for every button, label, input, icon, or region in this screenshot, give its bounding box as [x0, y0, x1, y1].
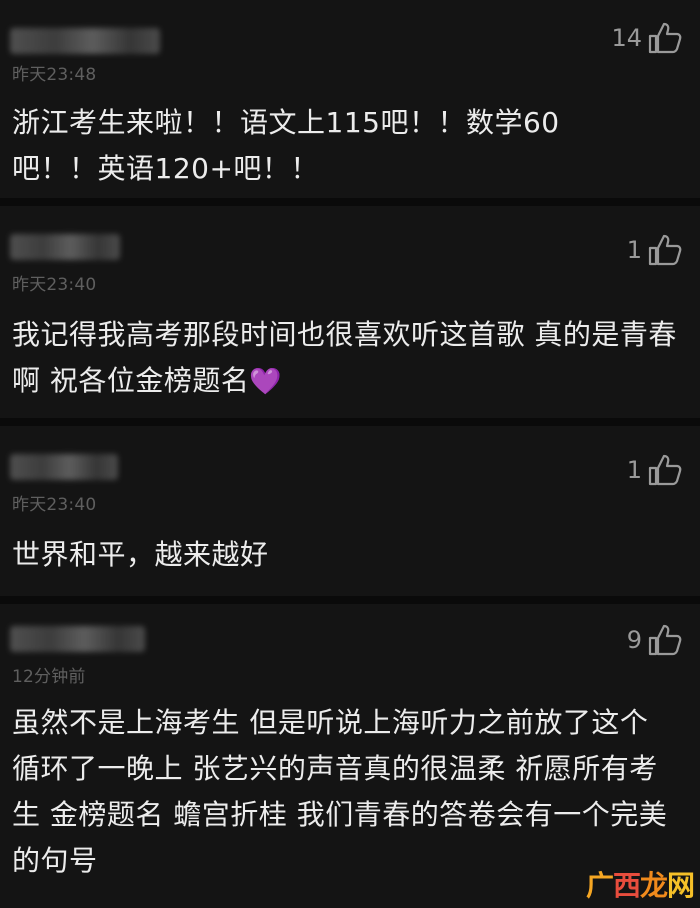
- comment-item: 昨天23:48 14 浙江考生来啦！！语文上115吧！！数学60吧！！英语120…: [0, 0, 700, 198]
- thumbs-up-icon: [648, 624, 682, 656]
- watermark-char: 广: [585, 869, 614, 902]
- username-blurred[interactable]: [10, 626, 145, 652]
- thumbs-up-icon: [648, 454, 682, 486]
- watermark-char: 龙: [639, 869, 668, 902]
- username-blurred[interactable]: [10, 28, 160, 54]
- like-button[interactable]: 14: [611, 22, 682, 54]
- divider: [0, 596, 700, 604]
- like-button[interactable]: 1: [627, 454, 682, 486]
- comment-text-content: 我记得我高考那段时间也很喜欢听这首歌 真的是青春啊 祝各位金榜题名: [12, 318, 677, 397]
- comment-timestamp: 昨天23:40: [12, 495, 97, 515]
- username-blurred[interactable]: [10, 454, 118, 480]
- like-button[interactable]: 1: [627, 234, 682, 266]
- like-count: 9: [626, 626, 642, 654]
- comment-text: 世界和平，越来越好: [12, 538, 269, 571]
- watermark-logo: 广 西 龙 网: [585, 864, 695, 904]
- comment-text: 我记得我高考那段时间也很喜欢听这首歌 真的是青春啊 祝各位金榜题名💜: [12, 312, 686, 405]
- thumbs-up-icon: [648, 22, 682, 54]
- comment-timestamp: 12分钟前: [12, 667, 86, 687]
- divider: [0, 198, 700, 206]
- comment-timestamp: 昨天23:40: [12, 275, 97, 295]
- watermark-char: 西: [612, 869, 641, 902]
- comment-item: 昨天23:40 1 世界和平，越来越好: [0, 426, 700, 596]
- watermark-char: 网: [666, 869, 695, 902]
- comment-item: 昨天23:40 1 我记得我高考那段时间也很喜欢听这首歌 真的是青春啊 祝各位金…: [0, 206, 700, 418]
- thumbs-up-icon: [648, 234, 682, 266]
- divider: [0, 418, 700, 426]
- like-count: 1: [626, 456, 642, 484]
- username-blurred[interactable]: [10, 234, 120, 260]
- like-button[interactable]: 9: [627, 624, 682, 656]
- like-count: 1: [626, 236, 642, 264]
- comment-item: 12分钟前 9 虽然不是上海考生 但是听说上海听力之前放了这个 循环了一晚上 张…: [0, 604, 700, 908]
- comment-text: 虽然不是上海考生 但是听说上海听力之前放了这个 循环了一晚上 张艺兴的声音真的很…: [12, 706, 668, 877]
- purple-heart-emoji: 💜: [249, 367, 283, 397]
- comment-text: 浙江考生来啦！！语文上115吧！！数学60吧！！英语120+吧！！: [12, 106, 560, 185]
- like-count: 14: [611, 24, 642, 52]
- comment-timestamp: 昨天23:48: [12, 65, 97, 85]
